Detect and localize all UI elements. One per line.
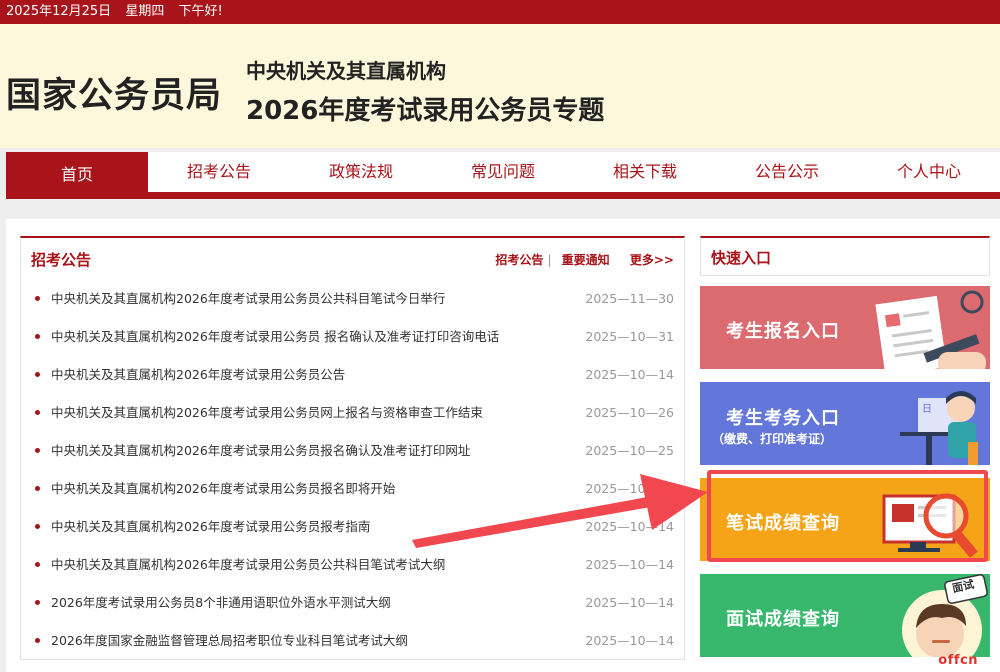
watermark: offcn [938, 653, 978, 668]
pointer-arrow-icon [412, 474, 708, 548]
